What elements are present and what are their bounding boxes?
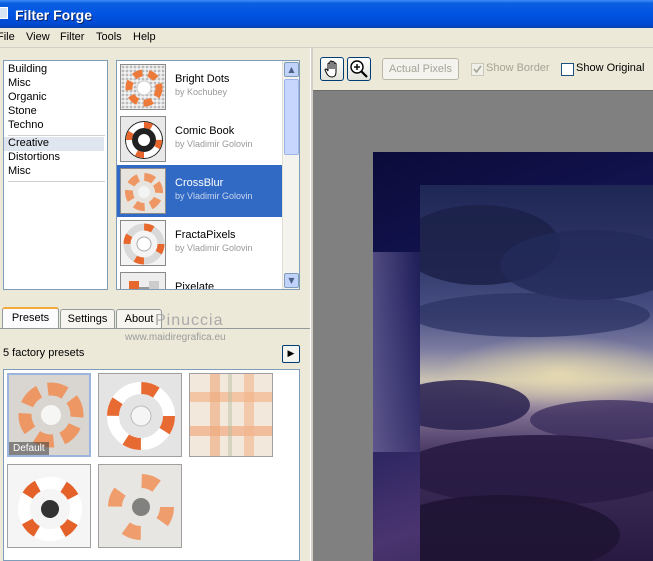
scroll-thumb[interactable]	[284, 79, 299, 155]
scroll-up-icon[interactable]: ▲	[284, 62, 299, 77]
filter-item-selected[interactable]: CrossBlur by Vladimir Golovin	[117, 165, 283, 217]
triangle-right-icon[interactable]: ▶	[282, 345, 300, 363]
category-item[interactable]: Techno	[8, 119, 43, 133]
category-item[interactable]: Stone	[8, 105, 37, 119]
actual-pixels-button[interactable]: Actual Pixels	[382, 58, 459, 80]
menu-file[interactable]: File	[0, 31, 15, 43]
show-original-label: Show Original	[576, 62, 645, 74]
category-item[interactable]: Building	[8, 63, 47, 77]
preset-thumbnail[interactable]	[7, 464, 91, 548]
filter-list-scrollbar[interactable]: ▲ ▼	[282, 61, 299, 289]
filter-author: by Vladimir Golovin	[175, 139, 253, 149]
filter-list[interactable]: Bright Dots by Kochubey Comic Book by Vl…	[116, 60, 300, 290]
menu-filter[interactable]: Filter	[60, 31, 84, 43]
sky-photo	[420, 185, 653, 561]
menu-tools[interactable]: Tools	[96, 31, 122, 43]
filter-thumbnail	[120, 168, 166, 214]
category-divider	[8, 135, 105, 136]
filter-name: Bright Dots	[175, 73, 230, 85]
preview-toolbar: Actual Pixels Show Border Show Original	[313, 48, 653, 90]
menu-bar: File View Filter Tools Help	[0, 28, 653, 48]
filter-name: Pixelate	[175, 281, 215, 290]
hand-icon[interactable]	[320, 57, 344, 81]
filter-item[interactable]: Bright Dots by Kochubey	[117, 61, 283, 113]
filter-item[interactable]: Pixelate	[117, 269, 283, 290]
tab-presets[interactable]: Presets	[2, 307, 59, 329]
app-icon[interactable]	[0, 7, 8, 19]
watermark-text: Pinuccia	[155, 312, 224, 329]
filter-author: by Kochubey	[175, 87, 228, 97]
preset-count: 5 factory presets	[3, 347, 85, 359]
preset-default-label: Default	[9, 442, 49, 455]
preset-thumbnail[interactable]: Default	[7, 373, 91, 457]
filter-thumbnail	[120, 116, 166, 162]
filter-thumbnail	[120, 272, 166, 289]
category-item-selected[interactable]: Creative	[4, 137, 104, 151]
tab-settings[interactable]: Settings	[60, 309, 115, 329]
category-item[interactable]: Distortions	[8, 151, 60, 165]
preset-thumbnail[interactable]	[98, 373, 182, 457]
title-bar: Filter Forge	[0, 0, 653, 28]
category-divider	[8, 181, 105, 182]
category-list[interactable]: Building Misc Organic Stone Techno Creat…	[3, 60, 108, 290]
filter-name: FractaPixels	[175, 229, 236, 241]
filter-author: by Vladimir Golovin	[175, 191, 253, 201]
menu-view[interactable]: View	[26, 31, 50, 43]
filter-author: by Vladimir Golovin	[175, 243, 253, 253]
preset-thumbnail[interactable]	[98, 464, 182, 548]
preview-area[interactable]	[313, 90, 653, 561]
show-original-checkbox[interactable]	[561, 63, 574, 76]
filter-name: CrossBlur	[175, 177, 224, 189]
preview-image	[420, 185, 653, 561]
menu-help[interactable]: Help	[133, 31, 156, 43]
watermark-url: www.maidiregrafica.eu	[125, 332, 226, 343]
filter-thumbnail	[120, 220, 166, 266]
category-item[interactable]: Misc	[8, 165, 31, 179]
show-border-label: Show Border	[486, 62, 550, 74]
filter-name: Comic Book	[175, 125, 235, 137]
window-title: Filter Forge	[15, 7, 93, 23]
scroll-down-icon[interactable]: ▼	[284, 273, 299, 288]
left-panel: Building Misc Organic Stone Techno Creat…	[0, 48, 310, 561]
preset-thumbnail[interactable]	[189, 373, 273, 457]
zoom-in-icon[interactable]	[347, 57, 371, 81]
filter-item[interactable]: FractaPixels by Vladimir Golovin	[117, 217, 283, 269]
filter-thumbnail	[120, 64, 166, 110]
filter-item[interactable]: Comic Book by Vladimir Golovin	[117, 113, 283, 165]
category-item[interactable]: Organic	[8, 91, 47, 105]
preset-grid[interactable]: Default	[3, 369, 300, 561]
category-item[interactable]: Misc	[8, 77, 31, 91]
show-border-checkbox[interactable]	[471, 63, 484, 76]
